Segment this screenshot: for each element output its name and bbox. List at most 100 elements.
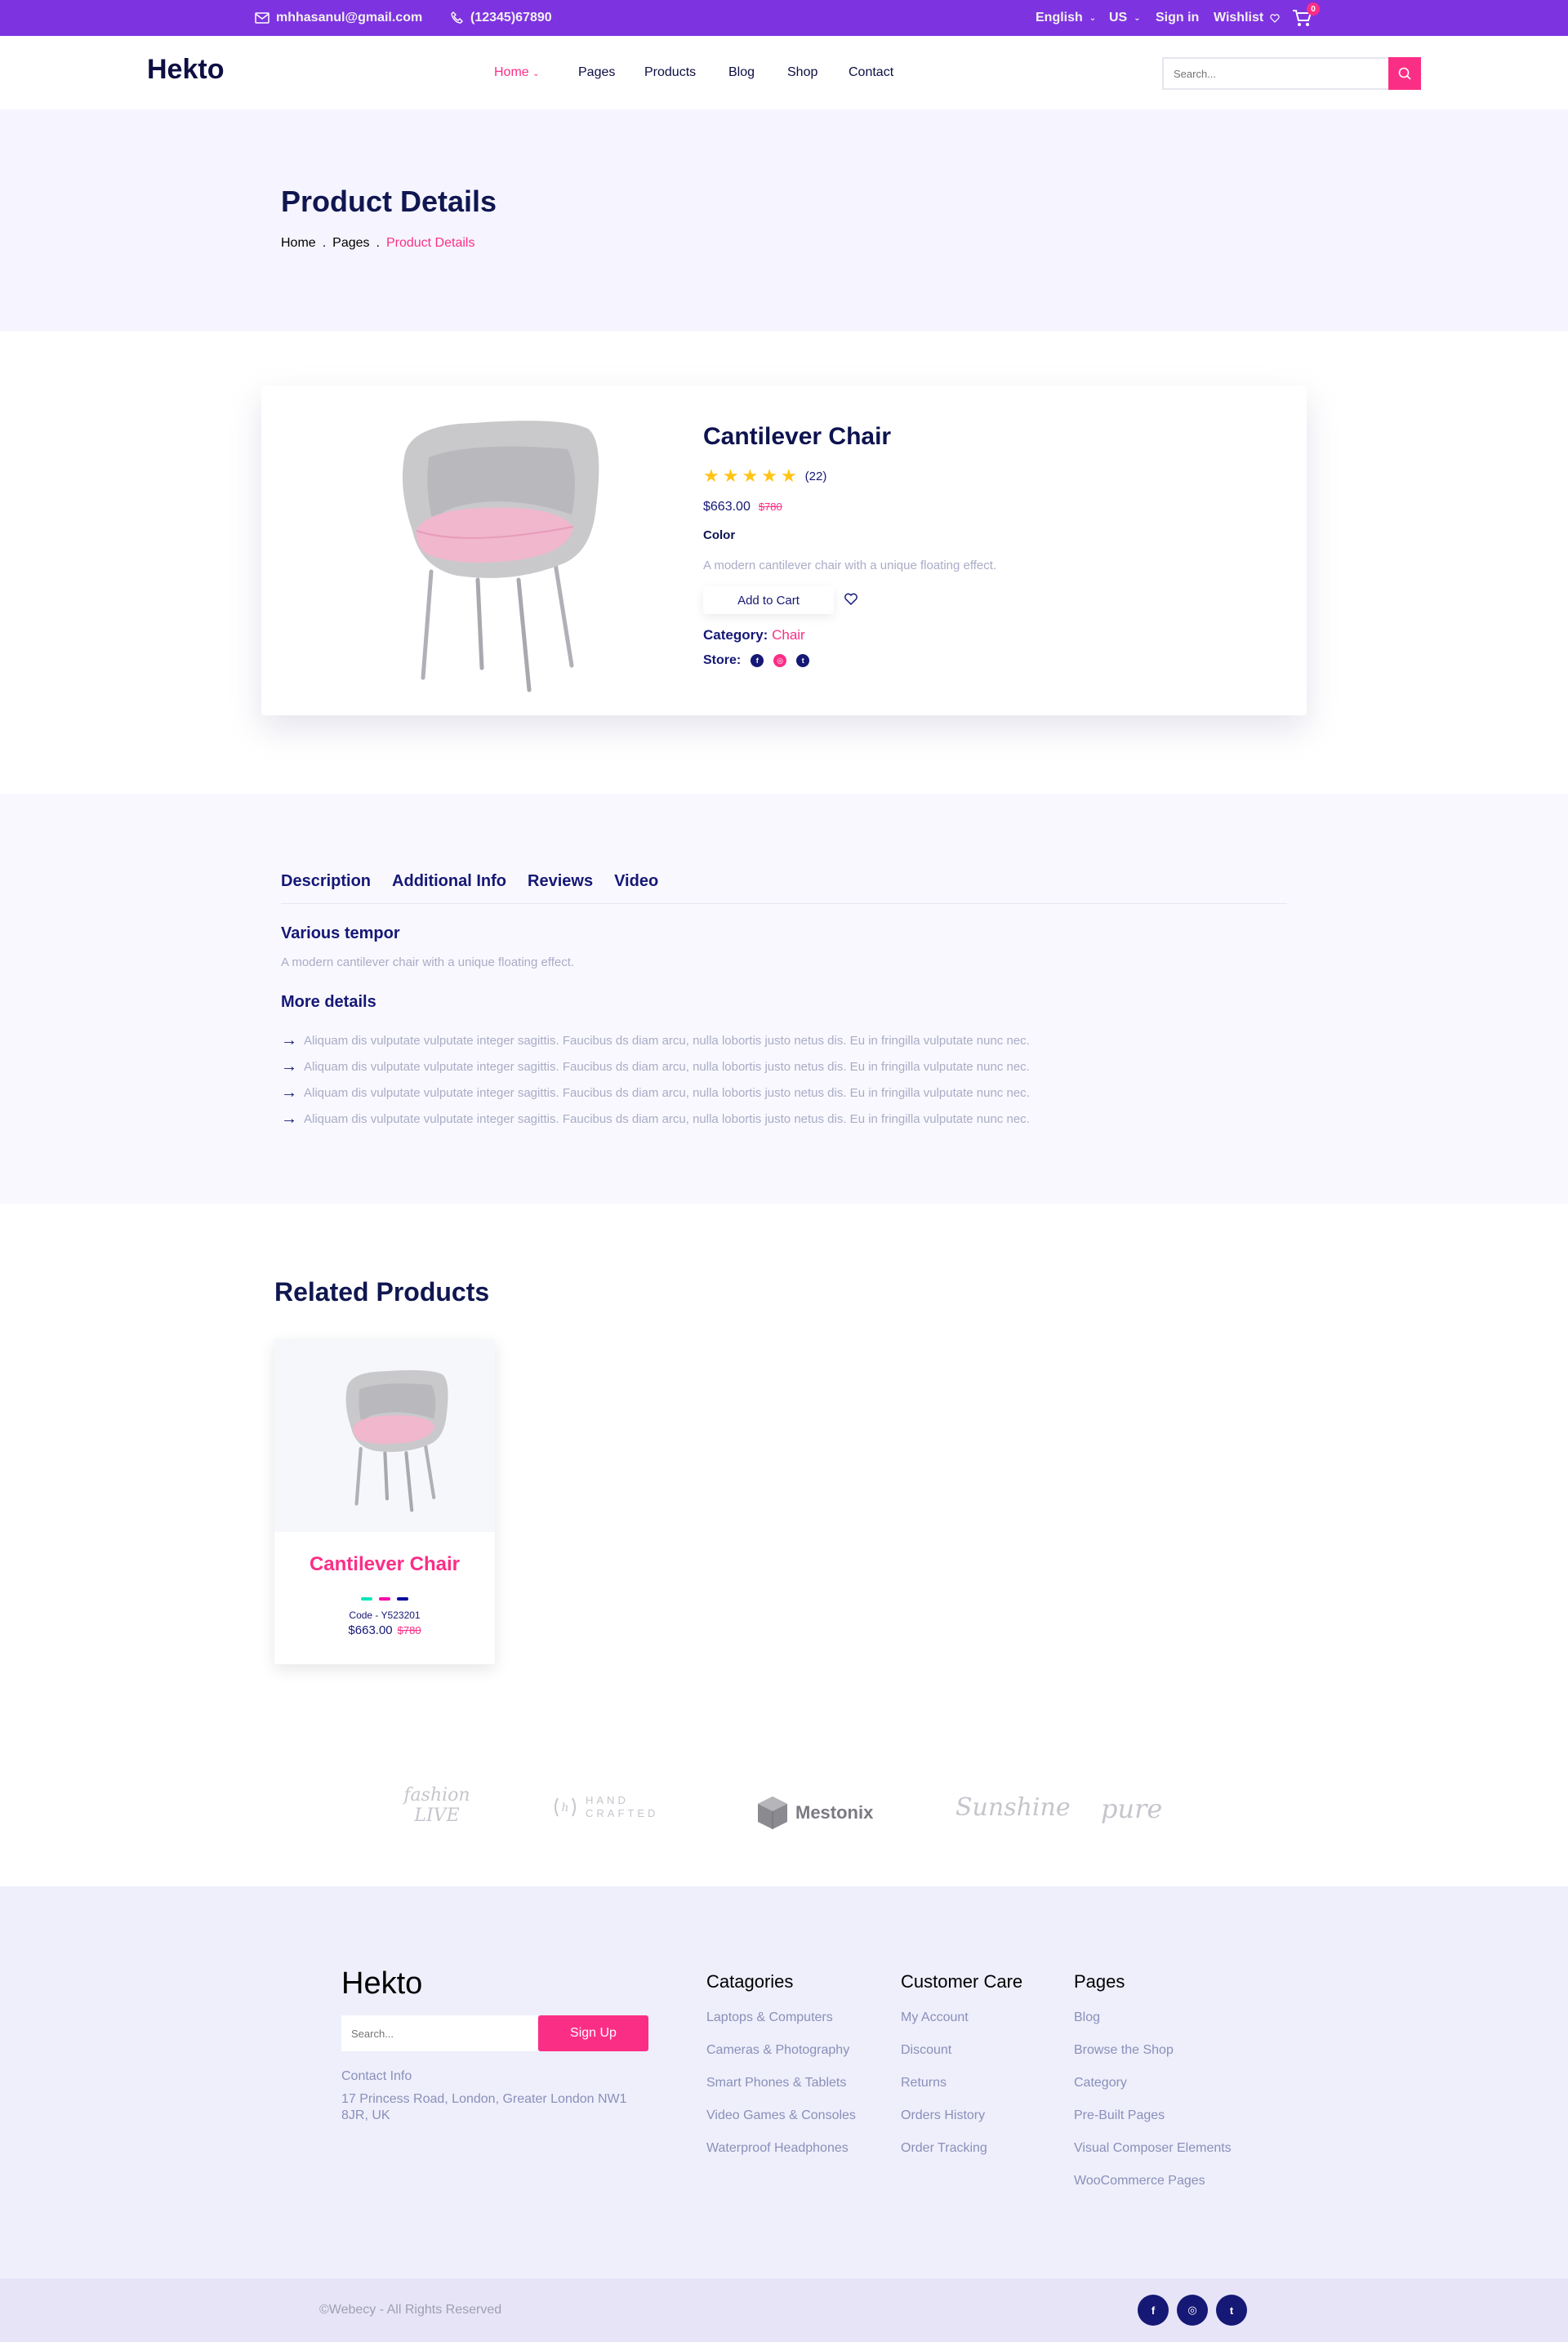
footer-link[interactable]: Visual Composer Elements [1074,2141,1232,2174]
footer-link[interactable]: Order Tracking [901,2141,1022,2174]
site-footer: Hekto Sign Up Contact Info 17 Princess R… [0,1886,1568,2278]
tab-additional-info[interactable]: Additional Info [392,872,506,891]
footer-link[interactable]: Smart Phones & Tablets [706,2076,856,2108]
arrow-right-icon: → [281,1031,297,1049]
breadcrumb-separator: . [322,236,327,250]
instagram-icon[interactable]: ◎ [773,654,787,667]
related-product-name[interactable]: Cantilever Chair [274,1553,495,1576]
color-swatch[interactable] [361,1597,372,1601]
related-products-title: Related Products [274,1277,490,1307]
currency-select[interactable]: US ⌄ [1109,0,1141,36]
language-select[interactable]: English ⌄ [1036,0,1096,36]
tab-video[interactable]: Video [614,872,658,891]
list-item: → Aliquam dis vulputate vulputate integer… [281,1027,1030,1053]
tab-reviews[interactable]: Reviews [528,872,593,891]
wishlist-label: Wishlist [1214,11,1264,24]
newsletter-email-input[interactable] [341,2015,537,2051]
laurel-icon: h [555,1797,576,1817]
related-price-row: $663.00 $780 [274,1623,495,1637]
category-value[interactable]: Chair [772,627,805,643]
tab-text: A modern cantilever chair with a unique … [281,955,575,969]
arrow-right-icon: → [281,1109,297,1128]
footer-link[interactable]: Blog [1074,2010,1232,2043]
rating-stars: ★ ★ ★ ★ ★ (22) [703,467,826,485]
footer-link[interactable]: Returns [901,2076,1022,2108]
instagram-icon[interactable]: ◎ [1177,2295,1208,2326]
tab-description[interactable]: Description [281,872,371,891]
nav-link-blog[interactable]: Blog [728,65,755,80]
cube-icon [758,1797,787,1829]
search-icon [1398,67,1411,80]
footer-link[interactable]: Laptops & Computers [706,2010,856,2043]
footer-logo[interactable]: Hekto [341,1966,422,2001]
phone-icon [451,11,463,24]
star-icon: ★ [722,465,739,486]
email-contact[interactable]: mhhasanul@gmail.com [255,0,422,36]
list-item-text: Aliquam dis vulputate vulputate integer … [304,1111,1030,1126]
arrow-right-icon: → [281,1057,297,1075]
footer-column-title: Customer Care [901,1971,1023,1992]
footer-column-pages: Pages Blog Browse the Shop Category Pre-… [1074,1971,1232,2206]
chevron-down-icon: ⌄ [532,69,540,78]
add-to-cart-button[interactable]: Add to Cart [703,586,834,614]
brand-logo-sunshine: Sunshine [956,1793,1071,1822]
footer-column-title: Catagories [706,1971,794,1992]
nav-link-home[interactable]: Home ⌄ [494,65,540,80]
wishlist-link[interactable]: Wishlist [1214,0,1280,36]
site-logo[interactable]: Hekto [147,54,224,86]
sign-in-link[interactable]: Sign in [1156,0,1199,36]
language-label: English [1036,11,1083,24]
nav-link-shop[interactable]: Shop [787,65,817,80]
footer-link[interactable]: Video Games & Consoles [706,2108,856,2141]
breadcrumb-current: Product Details [385,236,475,250]
facebook-icon[interactable]: f [1138,2295,1169,2326]
brand-logo-mestonix: Mestonix [756,1795,873,1831]
twitter-icon[interactable]: t [796,654,810,667]
footer-link[interactable]: Cameras & Photography [706,2043,856,2076]
main-navbar: Hekto Home ⌄ Pages Products Blog Shop Co… [0,36,1568,109]
phone-contact[interactable]: (12345)67890 [451,0,552,36]
product-description: A modern cantilever chair with a unique … [703,559,997,572]
rating-count: (22) [804,469,827,483]
color-swatches [361,1597,408,1601]
list-item: → Aliquam dis vulputate vulputate integer… [281,1053,1030,1080]
current-price: $663.00 [703,500,751,514]
brand-text: fashion LIVE [403,1785,470,1826]
cart-count-badge: 0 [1307,2,1320,16]
search-button[interactable] [1388,57,1421,90]
footer-link[interactable]: Orders History [901,2108,1022,2141]
related-product-card[interactable]: Cantilever Chair Code - Y523201 $663.00 $… [274,1339,495,1664]
footer-link[interactable]: Browse the Shop [1074,2043,1232,2076]
mail-icon [255,12,270,24]
nav-link-products[interactable]: Products [644,65,696,80]
footer-link[interactable]: Waterproof Headphones [706,2141,856,2174]
color-swatch[interactable] [397,1597,408,1601]
brand-text: HAND CRAFTED [586,1794,659,1819]
search-input[interactable] [1164,59,1388,88]
list-item: → Aliquam dis vulputate vulputate integer… [281,1106,1030,1132]
product-store: Store: f ◎ t [703,653,810,668]
brand-logo-fashion-live: fashion LIVE [384,1785,490,1826]
list-item-text: Aliquam dis vulputate vulputate integer … [304,1059,1030,1074]
footer-column-categories: Catagories Laptops & Computers Cameras &… [706,1971,856,2174]
nav-link-contact[interactable]: Contact [849,65,893,80]
arrow-right-icon: → [281,1083,297,1102]
footer-link[interactable]: My Account [901,2010,1022,2043]
breadcrumb-home[interactable]: Home [281,236,316,251]
nav-link-pages[interactable]: Pages [578,65,615,80]
heart-icon[interactable] [844,593,858,606]
product-title: Cantilever Chair [703,423,892,450]
footer-link[interactable]: WooCommerce Pages [1074,2174,1232,2206]
details-list: → Aliquam dis vulputate vulputate integer… [281,1027,1030,1132]
contact-address: 17 Princess Road, London, Greater London… [341,2092,627,2122]
footer-link[interactable]: Pre-Built Pages [1074,2108,1232,2141]
sign-up-button[interactable]: Sign Up [538,2015,648,2051]
cart-button[interactable]: 0 [1292,0,1320,36]
footer-link[interactable]: Category [1074,2076,1232,2108]
color-swatch[interactable] [379,1597,390,1601]
footer-link[interactable]: Discount [901,2043,1022,2076]
breadcrumb-pages[interactable]: Pages [332,236,369,251]
facebook-icon[interactable]: f [751,654,764,667]
twitter-icon[interactable]: t [1216,2295,1247,2326]
related-old-price: $780 [397,1624,421,1636]
